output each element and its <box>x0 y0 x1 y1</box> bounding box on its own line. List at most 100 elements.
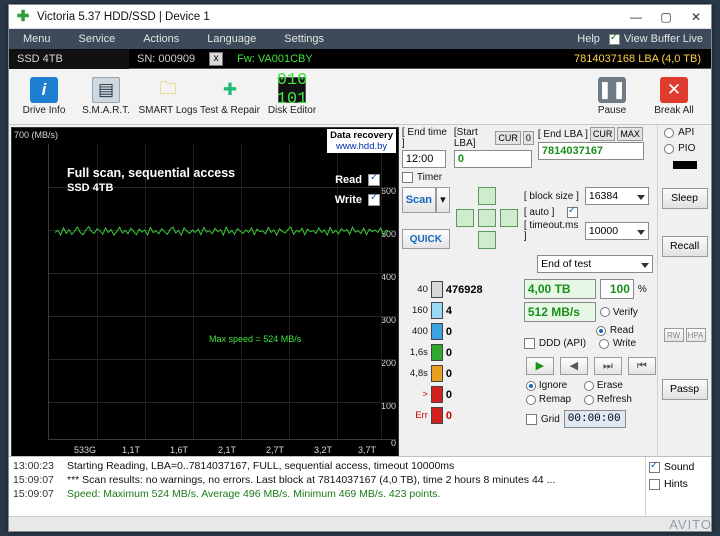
block-row: 400 0 <box>402 321 520 342</box>
smart-logs-button[interactable]: 🗀 SMART Logs <box>137 71 199 123</box>
x-tick-2: 1,1T <box>122 445 141 455</box>
block-time-3: 1,6s <box>409 347 428 358</box>
app-logo-icon: ✚ <box>16 7 30 25</box>
end-lba-cur-button[interactable]: CUR <box>589 127 616 141</box>
log-list[interactable]: 13:00:23 Starting Reading, LBA=0..781403… <box>9 457 645 516</box>
hints-toggle[interactable]: Hints <box>649 478 708 490</box>
speed-graph[interactable]: 700 (MB/s) 600 500 400 300 200 100 0 533… <box>11 127 399 456</box>
navigation-dpad[interactable] <box>455 187 518 249</box>
close-drive-icon[interactable]: x <box>209 51 224 66</box>
end-button[interactable]: ⏮ <box>627 357 656 375</box>
block-row: > 0 <box>402 384 520 405</box>
menu-item-service[interactable]: Service <box>65 29 130 49</box>
dpad-down[interactable] <box>477 231 496 249</box>
x-tick-6: 3,2T <box>314 445 333 455</box>
hints-checkbox[interactable] <box>649 478 660 490</box>
smart-button[interactable]: ▤ S.M.A.R.T. <box>75 71 137 123</box>
menu-item-menu[interactable]: Menu <box>9 29 65 49</box>
block-swatch-5 <box>430 386 443 403</box>
block-count-4: 0 <box>445 367 452 380</box>
pio-radio[interactable] <box>664 143 675 154</box>
pause-button[interactable]: ❚❚ Pause <box>581 71 643 123</box>
end-time-field[interactable]: 12:00 <box>401 150 446 168</box>
menu-item-language[interactable]: Language <box>193 29 270 49</box>
pio-label: PIO <box>678 143 696 154</box>
read-label: Read <box>335 174 362 186</box>
ddd-api-checkbox[interactable] <box>523 338 535 349</box>
disk-editor-button[interactable]: 010 101 Disk Editor <box>261 71 323 123</box>
stop-icon: ✕ <box>660 77 688 103</box>
sound-checkbox[interactable] <box>649 460 660 473</box>
sound-toggle[interactable]: Sound <box>649 460 708 473</box>
percent-display: 100 <box>599 279 634 299</box>
write-checkbox[interactable] <box>368 192 380 206</box>
x-tick-4: 2,1T <box>218 445 237 455</box>
end-lba-field[interactable]: 7814037167 <box>537 142 644 160</box>
break-all-button[interactable]: ✕ Break All <box>643 71 705 123</box>
erase-radio[interactable] <box>583 380 594 391</box>
menu-item-settings[interactable]: Settings <box>270 29 338 49</box>
block-swatch-2 <box>430 323 443 340</box>
view-buffer-live-toggle[interactable]: View Buffer Live <box>608 32 711 45</box>
start-lba-field[interactable]: 0 <box>453 150 532 168</box>
block-size-select[interactable]: 16384 <box>584 187 649 205</box>
log-area: 13:00:23 Starting Reading, LBA=0..781403… <box>9 456 711 516</box>
end-lba-max-button[interactable]: MAX <box>617 127 643 141</box>
watermark-line1: Data recovery <box>330 130 393 141</box>
refresh-radio[interactable] <box>583 394 594 405</box>
write-toggle[interactable]: Write <box>335 192 380 206</box>
start-lba-zero-button[interactable]: 0 <box>522 131 534 145</box>
passport-button[interactable]: Passp <box>661 379 708 400</box>
scan-button[interactable]: Scan <box>401 187 436 213</box>
scan-dropdown-icon[interactable]: ▾ <box>435 187 450 213</box>
menu-item-help[interactable]: Help <box>568 29 609 49</box>
drive-info-button[interactable]: i Drive Info <box>13 71 75 123</box>
start-lba-cur-button[interactable]: CUR <box>495 131 521 145</box>
read-toggle[interactable]: Read <box>335 172 380 186</box>
log-row: 13:00:23 Starting Reading, LBA=0..781403… <box>13 459 645 473</box>
hpa-small-button[interactable]: HPA <box>685 328 706 342</box>
view-buffer-live-checkbox[interactable] <box>608 32 620 45</box>
menu-item-actions[interactable]: Actions <box>129 29 193 49</box>
capacity-display: 4,00 TB <box>523 279 596 299</box>
break-all-label: Break All <box>654 105 694 116</box>
title-bar: ✚ Victoria 5.37 HDD/SSD | Device 1 — ▢ ✕ <box>9 5 711 29</box>
rw-small-button[interactable]: RW <box>663 328 684 342</box>
maximize-button[interactable]: ▢ <box>651 5 681 29</box>
verify-radio[interactable] <box>599 307 610 317</box>
close-button[interactable]: ✕ <box>681 5 711 29</box>
x-tick-5: 2,7T <box>266 445 285 455</box>
graph-unit-label: 700 (MB/s) <box>14 130 59 140</box>
skip-button[interactable]: ⏭ <box>593 357 622 375</box>
block-row: 160 4 <box>402 300 520 321</box>
write-radio[interactable] <box>598 338 609 349</box>
drive-model[interactable]: SSD 4TB <box>9 48 129 69</box>
remap-label: Remap <box>538 394 572 405</box>
timeout-select[interactable]: 10000 <box>584 222 649 240</box>
test-repair-button[interactable]: ✚ Test & Repair <box>199 71 261 123</box>
timer-checkbox[interactable] <box>401 172 413 183</box>
reverse-button[interactable]: ◀ <box>559 357 588 375</box>
window-buttons: — ▢ ✕ <box>621 5 711 29</box>
ignore-radio[interactable] <box>525 380 536 391</box>
dpad-center[interactable] <box>477 209 496 227</box>
test-repair-label: Test & Repair <box>199 105 261 116</box>
dpad-right[interactable] <box>499 209 518 227</box>
remap-radio[interactable] <box>525 394 536 405</box>
minimize-button[interactable]: — <box>621 5 651 29</box>
dpad-left[interactable] <box>455 209 474 227</box>
quick-button[interactable]: QUICK <box>401 229 450 249</box>
x-tick-7: 3,7T <box>358 445 377 455</box>
sleep-button[interactable]: Sleep <box>661 188 708 209</box>
end-of-test-select[interactable]: End of test <box>537 255 654 273</box>
recall-button[interactable]: Recall <box>661 236 708 257</box>
ignore-label: Ignore <box>538 380 568 391</box>
play-button[interactable]: ▶ <box>525 357 554 375</box>
dpad-up[interactable] <box>477 187 496 205</box>
auto-checkbox[interactable] <box>566 205 578 218</box>
api-radio[interactable] <box>664 127 675 138</box>
grid-checkbox[interactable] <box>525 413 537 425</box>
read-radio[interactable] <box>595 325 606 336</box>
read-checkbox[interactable] <box>368 172 380 186</box>
control-panel: [ End time ] 12:00 [Start LBA] CUR 0 0 [… <box>400 125 657 456</box>
